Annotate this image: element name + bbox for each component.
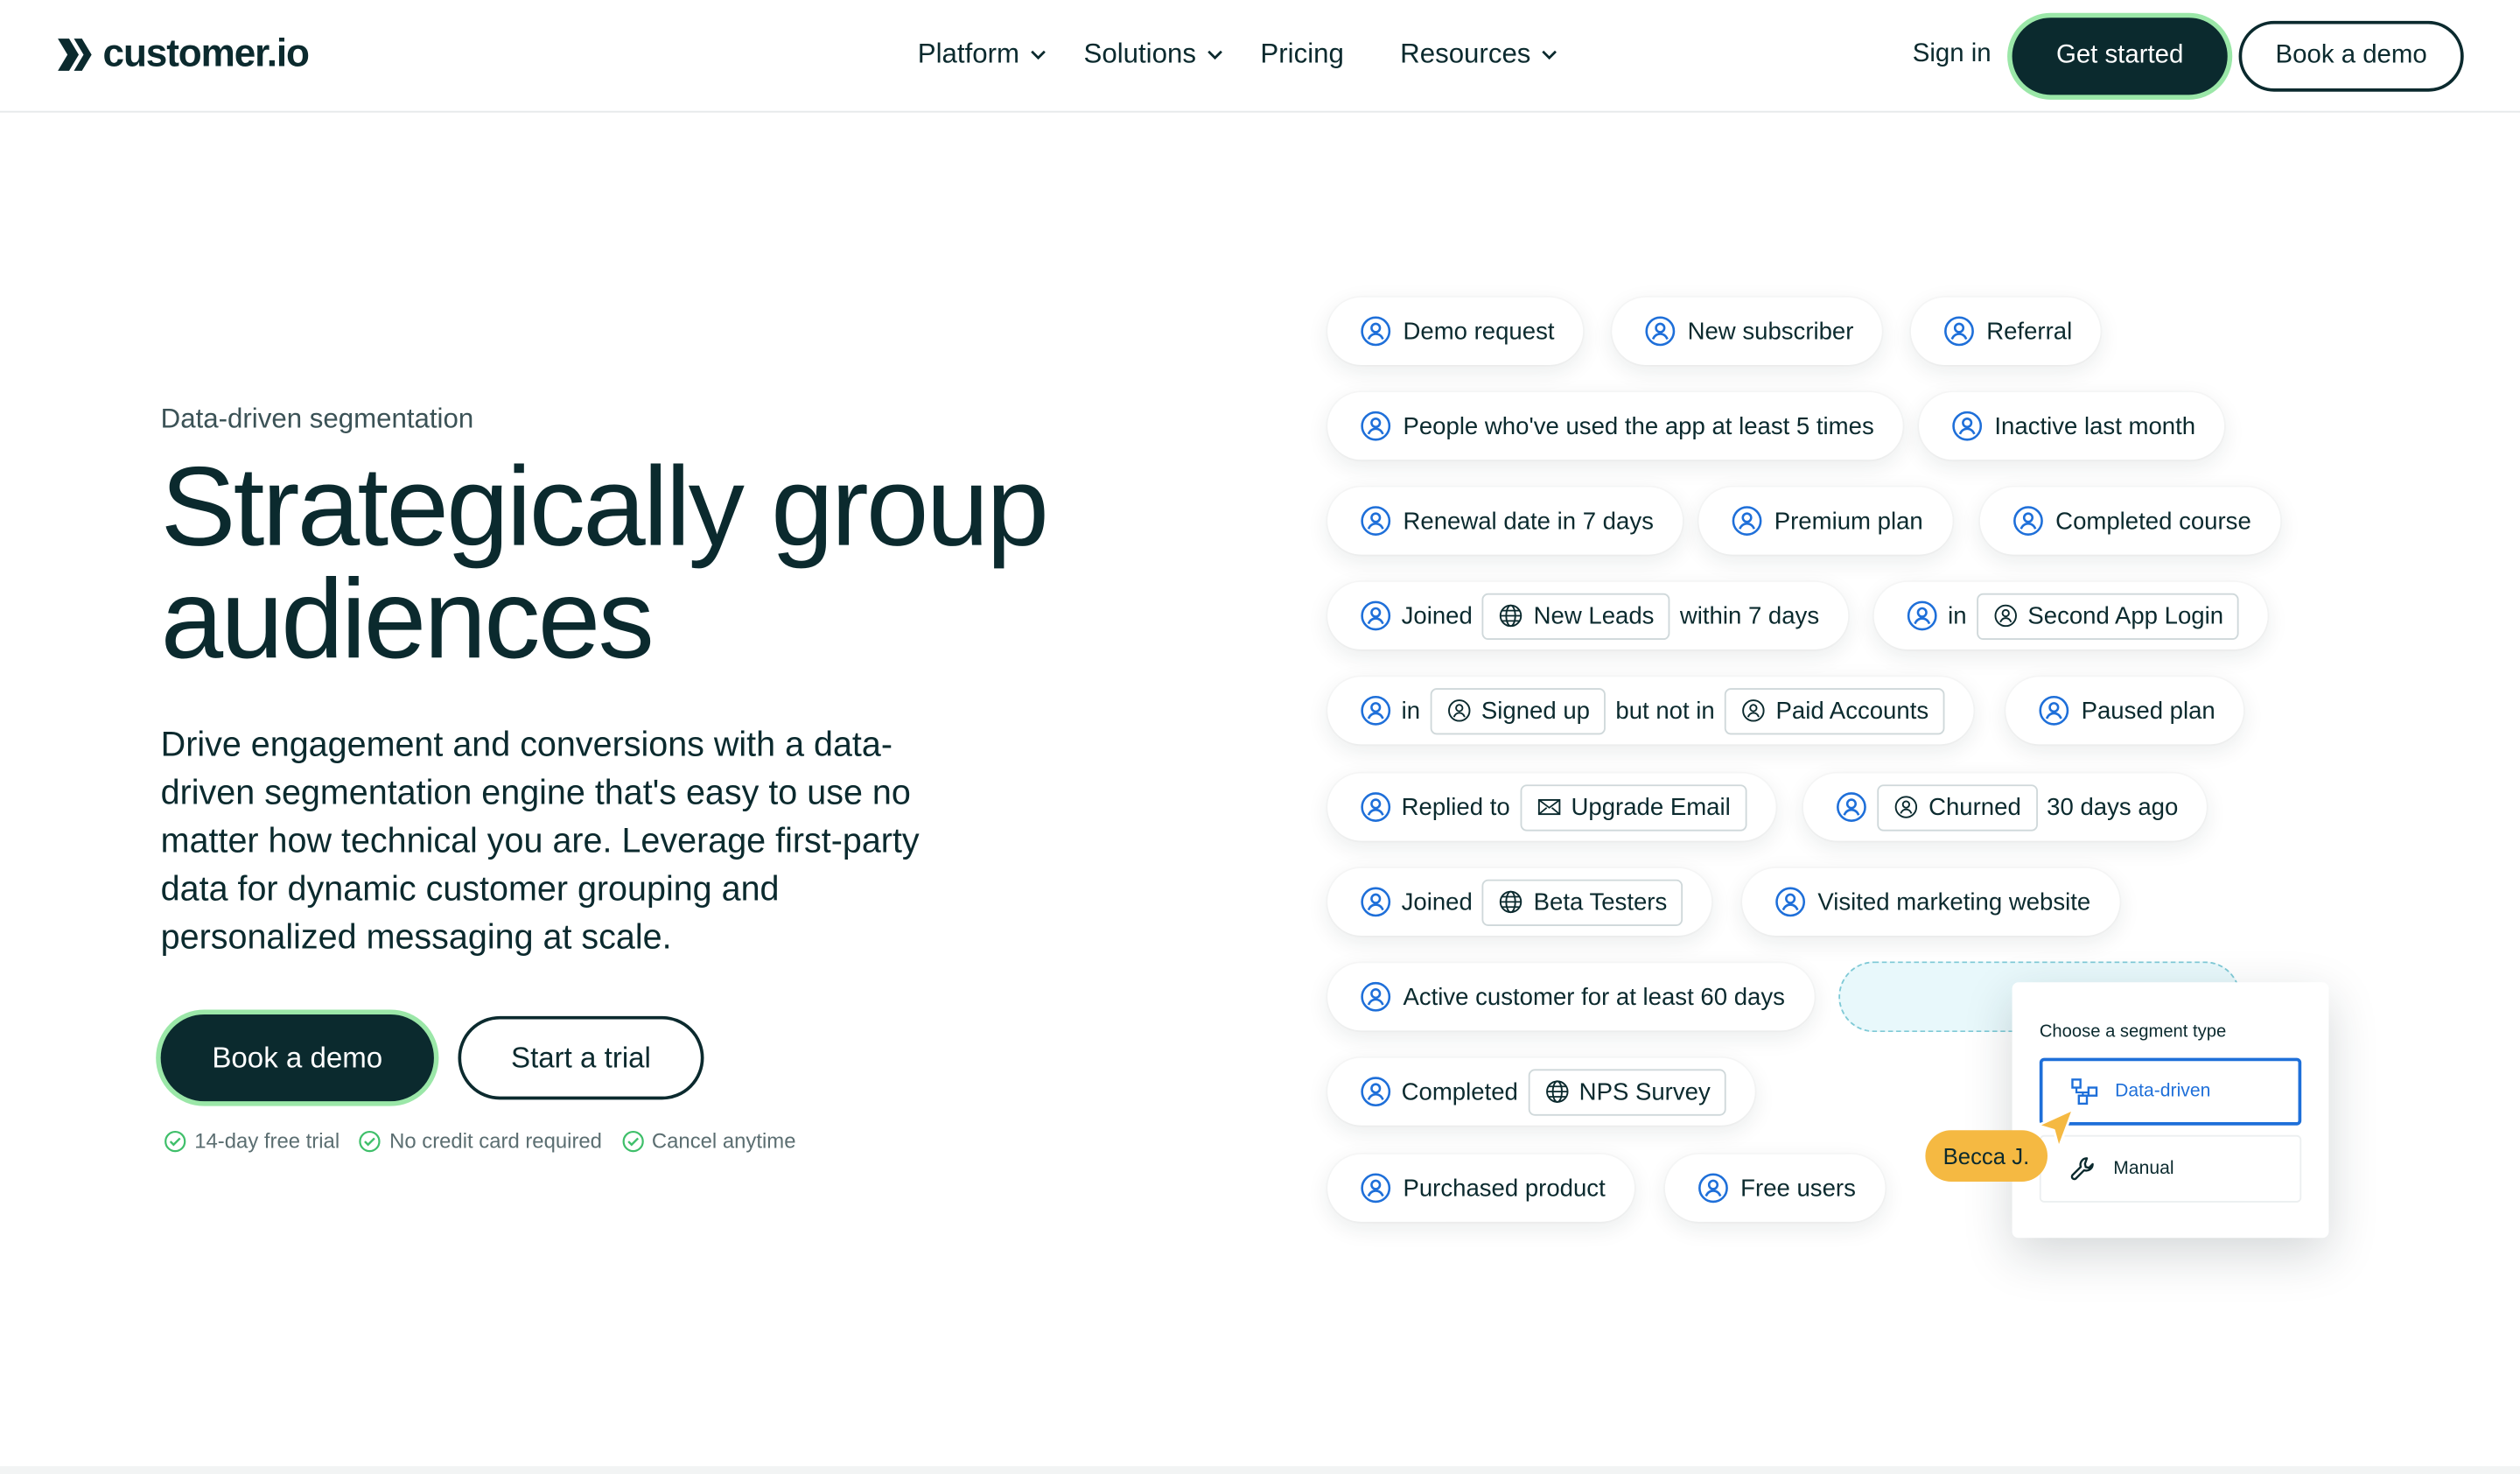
user-circle-icon [1644,315,1676,347]
segment-tag: New Leads [1481,592,1670,640]
globe-icon [1498,889,1523,915]
user-circle-icon [1360,694,1392,726]
segment-pill[interactable]: New subscriber [1612,297,1883,365]
page: customer.io Platform Solutions Pricing R… [0,0,2520,1474]
benefit-item: No credit card required [359,1128,602,1153]
user-circle-icon [1951,410,1984,442]
user-circle-icon [1360,315,1392,347]
segment-pill[interactable]: in Second App Login [1873,581,2269,650]
segment-tag: Upgrade Email [1519,783,1747,831]
user-circle-icon [1360,791,1392,824]
segment-pill[interactable]: Replied to Upgrade Email [1327,773,1776,841]
check-circle-icon [359,1130,382,1152]
wrench-icon [2070,1157,2094,1181]
logo[interactable]: customer.io [54,32,310,77]
user-circle-icon [1360,410,1392,442]
segment-pill[interactable]: Free users [1664,1154,1885,1222]
user-circle-icon [1360,886,1392,918]
segment-pill[interactable]: Demo request [1327,297,1584,365]
segment-pill[interactable]: People who've used the app at least 5 ti… [1327,392,1903,460]
globe-icon [1498,603,1523,628]
sign-in-link[interactable]: Sign in [1913,40,1992,69]
user-circle-icon [1740,698,1766,723]
main-menu: Platform Solutions Pricing Resources [918,39,1595,71]
segment-tag: NPS Survey [1527,1068,1727,1115]
segment-tag: Paid Accounts [1724,687,1945,734]
user-circle-icon [1836,791,1868,824]
segment-tag: Second App Login [1976,592,2240,640]
nav-solutions[interactable]: Solutions [1084,39,1226,71]
segment-pill[interactable]: Active customer for at least 60 days [1327,963,1814,1031]
book-demo-nav-button[interactable]: Book a demo [2238,20,2464,92]
segment-tag: Signed up [1430,687,1606,734]
nav-platform[interactable]: Platform [918,39,1048,71]
check-circle-icon [621,1130,643,1152]
start-trial-button[interactable]: Start a trial [458,1015,704,1100]
benefit-list: 14-day free trial No credit card require… [164,1128,795,1153]
mail-icon [1536,794,1561,819]
segment-pill[interactable]: Paused plan [2006,677,2244,745]
segment-pill[interactable]: Inactive last month [1919,392,2225,460]
user-circle-icon [1731,505,1763,537]
section-divider [0,1466,2520,1474]
segment-pill[interactable]: Renewal date in 7 days [1327,487,1683,555]
segment-tag: Beta Testers [1481,878,1684,926]
user-circle-icon [1992,603,2018,628]
logo-text: customer.io [102,32,310,76]
check-circle-icon [164,1130,186,1152]
segment-pill[interactable]: Completed course [1979,487,2280,555]
segment-pill[interactable]: Churned 30 days ago [1802,773,2208,841]
hero-title: Strategically group audiences [160,443,1049,682]
nav-resources[interactable]: Resources [1400,39,1559,71]
eyebrow: Data-driven segmentation [160,404,474,434]
user-circle-icon [1360,600,1392,632]
segment-pill[interactable]: Visited marketing website [1742,867,2120,936]
user-circle-icon [1894,794,1919,819]
get-started-button[interactable]: Get started [2012,18,2228,95]
top-nav: customer.io Platform Solutions Pricing R… [0,0,2520,113]
segment-pill[interactable]: Joined Beta Testers [1327,867,1712,936]
user-circle-icon [1774,886,1807,918]
nav-pricing[interactable]: Pricing [1260,39,1343,71]
benefit-item: Cancel anytime [621,1128,795,1153]
chevron-down-icon [1208,50,1223,60]
user-circle-icon [1360,1172,1392,1204]
user-circle-icon [1698,1172,1730,1204]
logo-icon [58,39,92,71]
cursor-label: Becca J. [1925,1130,2048,1183]
segment-pill[interactable]: Purchased product [1327,1154,1634,1222]
user-circle-icon [2038,694,2070,726]
user-circle-icon [2012,505,2045,537]
segment-pill[interactable]: in Signed up but not in Paid Accounts [1327,677,1974,745]
book-demo-button[interactable]: Book a demo [160,1014,434,1102]
user-circle-icon [1943,315,1976,347]
globe-icon [1544,1078,1569,1104]
hero-description: Drive engagement and conversions with a … [160,725,920,957]
user-circle-icon [1360,1076,1392,1108]
nodes-icon [2071,1078,2098,1106]
segment-tag: Churned [1877,783,2038,831]
chevron-down-icon [1543,50,1558,60]
chevron-down-icon [1031,50,1046,60]
user-circle-icon [1360,505,1392,537]
segment-pill[interactable]: Premium plan [1698,487,1952,555]
segment-pill[interactable]: Joined New Leads within 7 days [1327,581,1849,650]
card-title: Choose a segment type [2039,1022,2227,1042]
benefit-item: 14-day free trial [164,1128,340,1153]
user-circle-icon [1446,698,1471,723]
segment-pill[interactable]: Referral [1910,297,2102,365]
user-circle-icon [1360,980,1392,1013]
user-circle-icon [1906,600,1938,632]
segment-pill[interactable]: Completed NPS Survey [1327,1057,1756,1126]
